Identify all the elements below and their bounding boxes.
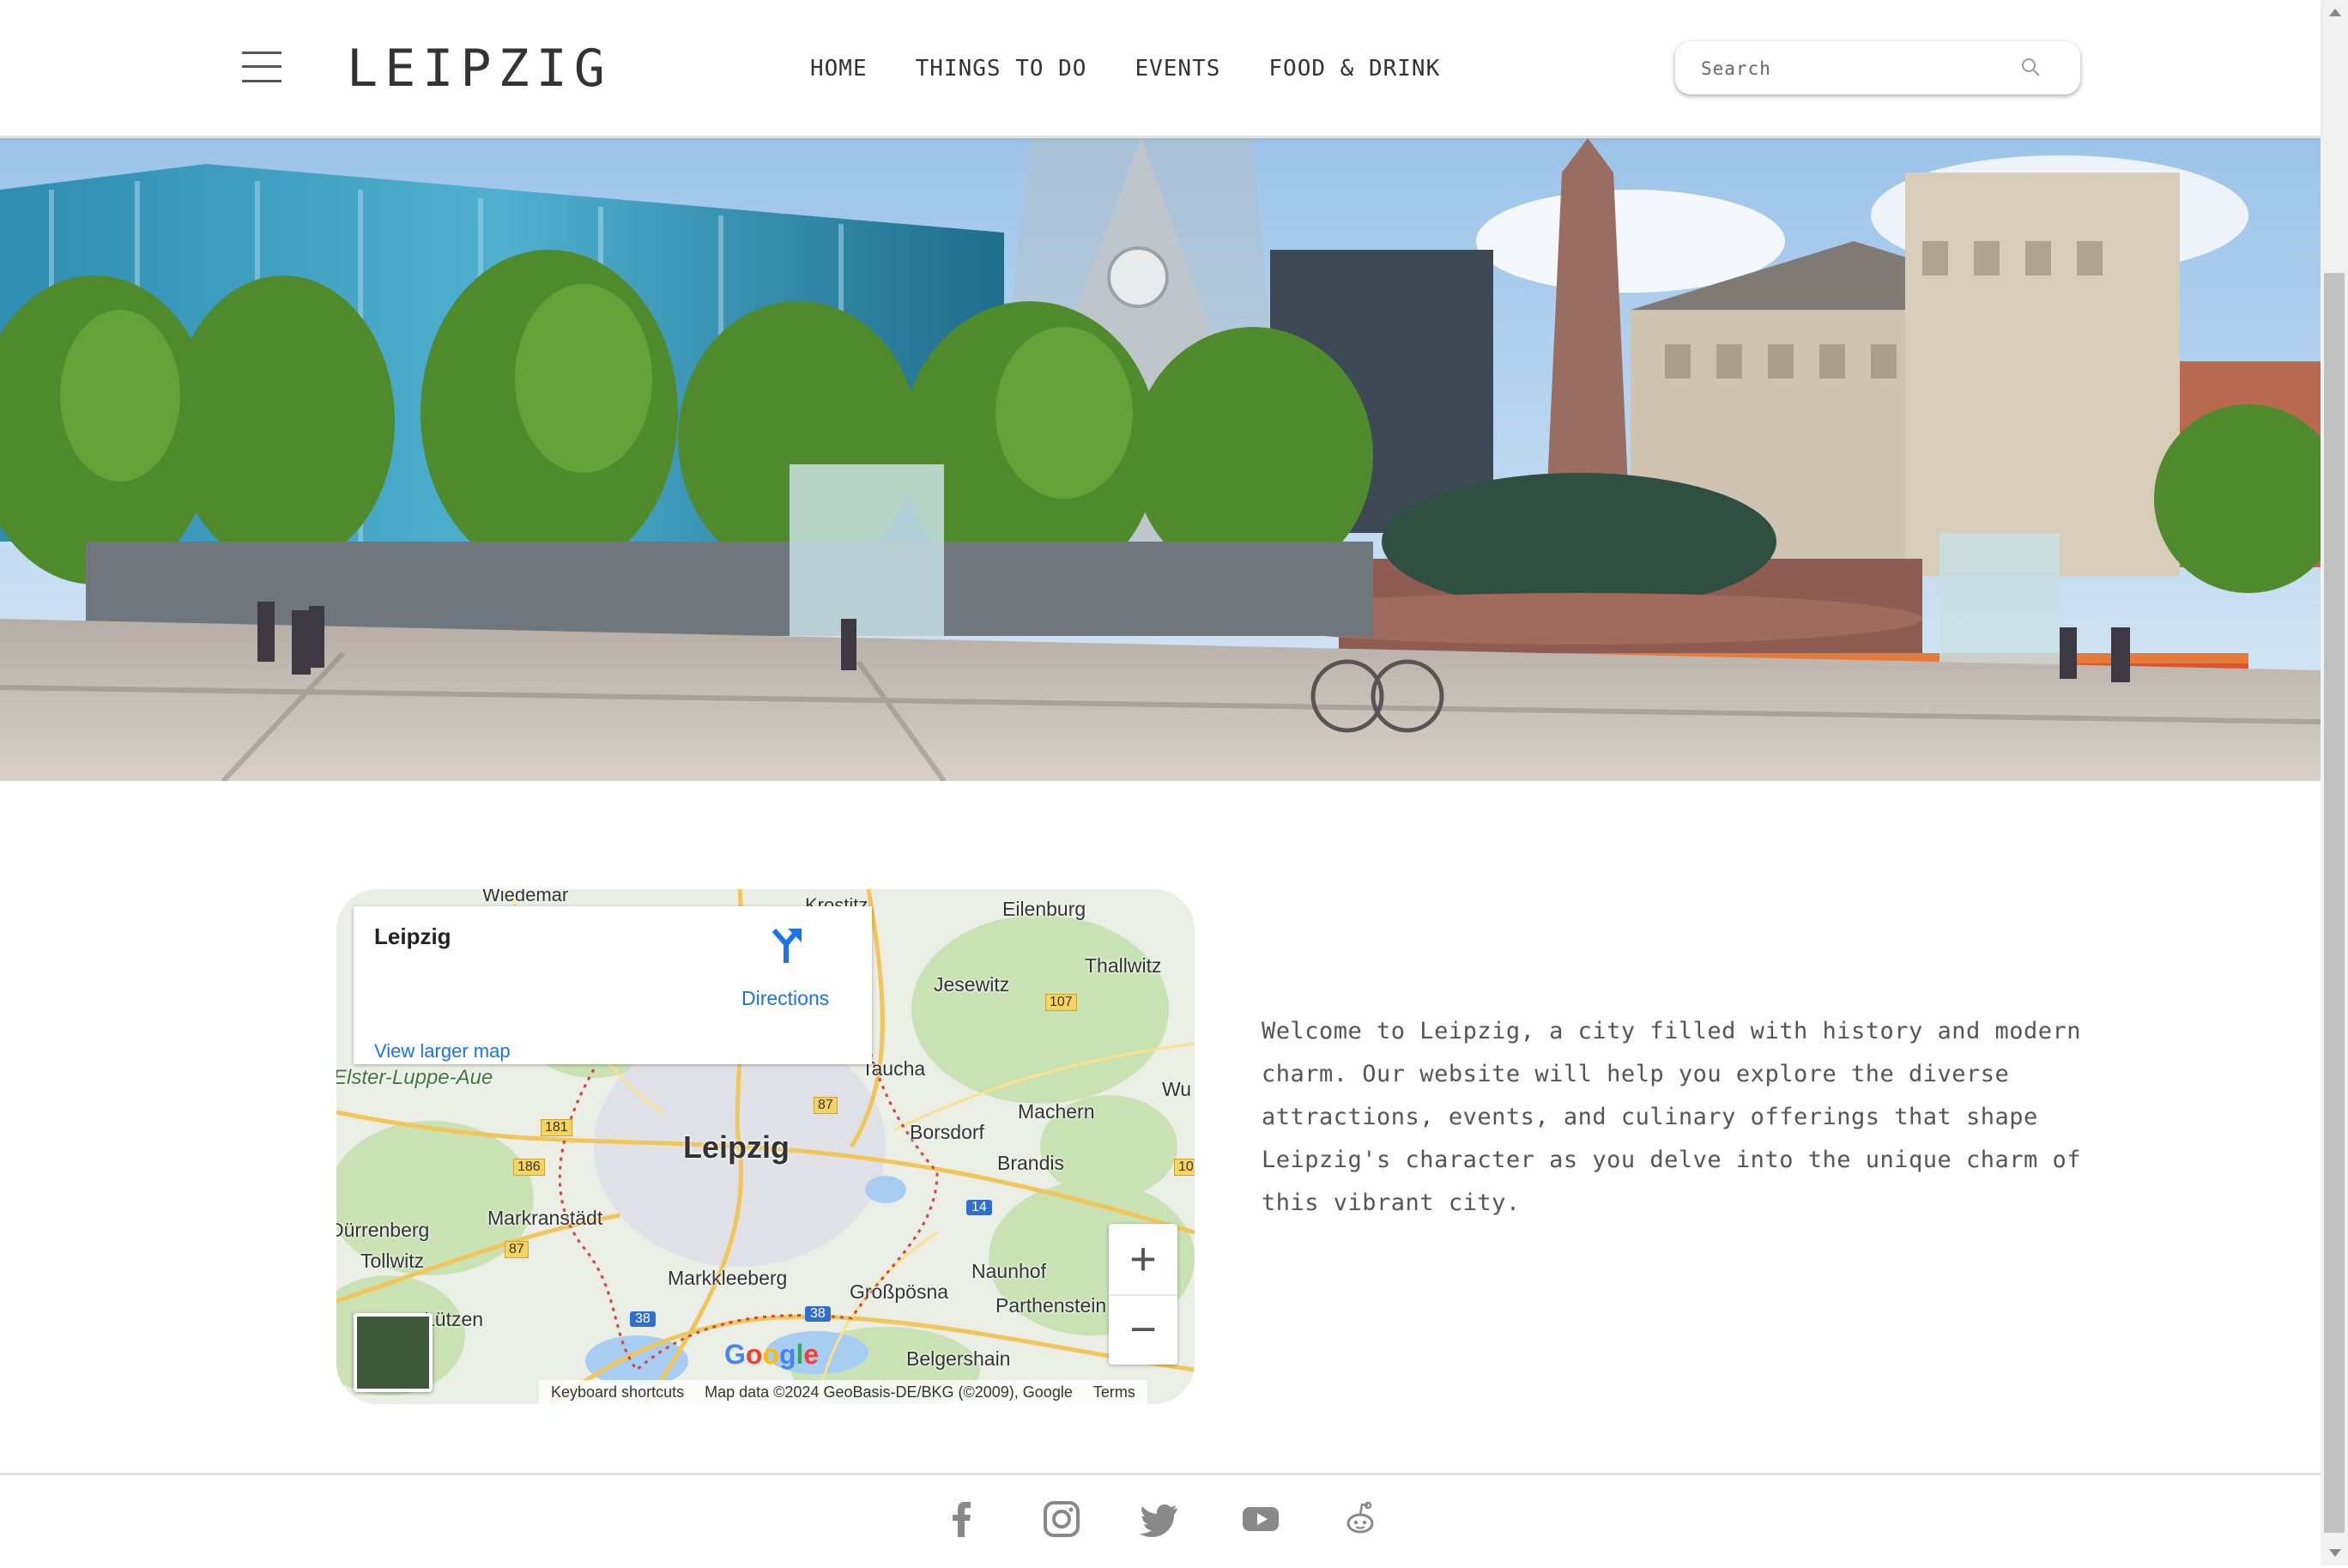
map-label-belgershain: Belgershain [906, 1347, 1011, 1370]
youtube-icon[interactable] [1239, 1498, 1282, 1541]
map-road-107: 107 [1045, 994, 1077, 1011]
map-label-wiedemar: Wiedemar [482, 889, 569, 905]
map-road-186: 186 [513, 1159, 545, 1176]
main-nav: HOME THINGS TO DO EVENTS FOOD & DRINK [810, 51, 1440, 86]
directions-icon[interactable] [769, 927, 803, 965]
map-label-luetzen: Lützen [424, 1308, 484, 1330]
map-road-87b: 87 [505, 1241, 529, 1258]
scroll-down-arrow-icon[interactable] [2329, 1549, 2341, 1557]
site-logo[interactable]: LEIPZIG [347, 36, 612, 101]
zoom-in-button[interactable]: + [1109, 1224, 1177, 1296]
social-links [941, 1498, 1382, 1541]
site-footer [0, 1473, 2321, 1568]
instagram-icon[interactable] [1040, 1498, 1083, 1541]
map-road-87a: 87 [814, 1097, 838, 1114]
map-place-name: Leipzig [374, 923, 451, 949]
map-label-machern: Machern [1018, 1100, 1095, 1123]
map-data-credit: Map data ©2024 GeoBasis-DE/BKG (©2009), … [705, 1383, 1073, 1401]
map-label-markkleeberg: Markkleeberg [668, 1267, 788, 1289]
map-road-181: 181 [541, 1119, 572, 1136]
map-road-38b: 38 [805, 1306, 831, 1322]
map-label-jesewitz: Jesewitz [934, 973, 1010, 996]
search-box [1675, 41, 2080, 94]
map-info-card: Leipzig Directions View larger map [354, 906, 872, 1064]
scrollbar-thumb[interactable] [2324, 273, 2345, 1533]
twitter-icon[interactable] [1140, 1498, 1183, 1541]
map-label-wu: Wu [1162, 1078, 1192, 1100]
map-label-brandis: Brandis [997, 1152, 1064, 1174]
map-label-grosspoesna: Großpösna [850, 1280, 949, 1303]
zoom-out-button[interactable]: − [1109, 1294, 1177, 1365]
map-label-eilenburg: Eilenburg [1002, 898, 1086, 920]
site-header: LEIPZIG HOME THINGS TO DO EVENTS FOOD & … [0, 0, 2321, 138]
nav-home[interactable]: HOME [810, 51, 868, 86]
map-road-38a: 38 [630, 1311, 656, 1327]
map-label-elster: Elster-Luppe-Aue [336, 1066, 493, 1089]
map-attribution: Keyboard shortcuts Map data ©2024 GeoBas… [539, 1380, 1147, 1404]
map-embed[interactable]: Wiedemar Krostitz Eilenburg Thallwitz Je… [336, 889, 1195, 1404]
map-label-thallwitz: Thallwitz [1085, 954, 1162, 977]
hero-image [0, 138, 2321, 781]
keyboard-shortcuts-link[interactable]: Keyboard shortcuts [551, 1383, 684, 1402]
map-label-duerrenberg: Dürrenberg [336, 1219, 430, 1241]
page-scrollbar[interactable] [2321, 0, 2348, 1565]
satellite-layer-toggle[interactable] [354, 1313, 433, 1392]
welcome-text: Welcome to Leipzig, a city filled with h… [1262, 1018, 2082, 1216]
map-label-tollwitz: Tollwitz [360, 1250, 425, 1272]
reddit-icon[interactable] [1339, 1498, 1382, 1541]
nav-things-to-do[interactable]: THINGS TO DO [916, 51, 1087, 86]
facebook-icon[interactable] [941, 1498, 983, 1541]
map-road-14: 14 [966, 1200, 992, 1215]
nav-food-drink[interactable]: FOOD & DRINK [1268, 51, 1440, 86]
google-logo: Google [724, 1339, 820, 1370]
hamburger-menu-icon[interactable] [242, 51, 281, 82]
directions-link[interactable]: Directions [741, 987, 829, 1010]
terms-link[interactable]: Terms [1093, 1383, 1135, 1402]
map-label-parthenstein: Parthenstein [995, 1294, 1107, 1317]
map-label-markranstaedt: Markranstädt [487, 1207, 603, 1229]
view-larger-map-link[interactable]: View larger map [374, 1040, 511, 1062]
scroll-up-arrow-icon[interactable] [2329, 9, 2341, 16]
map-label-leipzig: Leipzig [683, 1129, 790, 1165]
map-label-borsdorf: Borsdorf [910, 1121, 984, 1143]
nav-events[interactable]: EVENTS [1135, 51, 1220, 86]
map-label-naunhof: Naunhof [971, 1260, 1046, 1282]
search-input[interactable] [1699, 51, 2012, 86]
search-icon[interactable] [2020, 57, 2041, 77]
map-road-10: 10 [1174, 1159, 1195, 1176]
map-zoom-controls: + − [1109, 1224, 1177, 1365]
